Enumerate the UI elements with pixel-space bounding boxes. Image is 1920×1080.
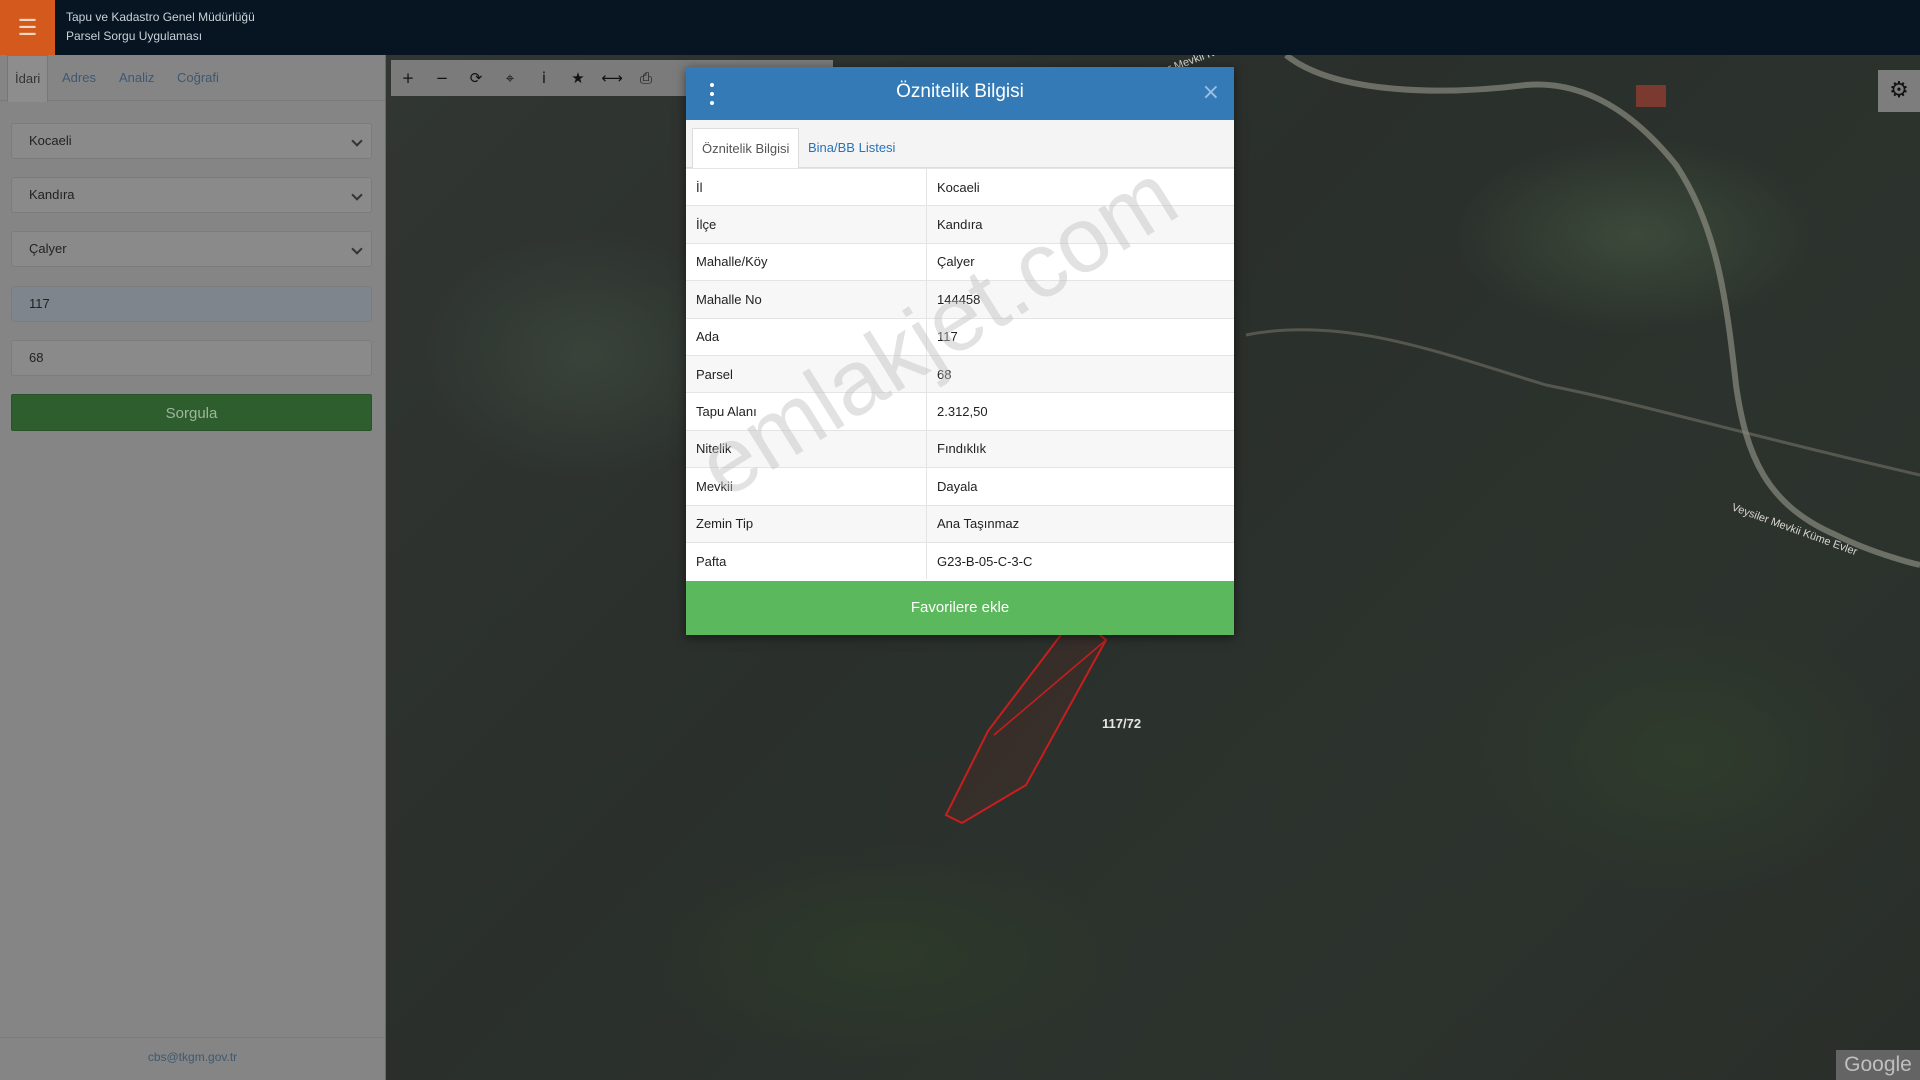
tab-analiz[interactable]: Analiz [119, 55, 154, 100]
minus-icon: − [435, 69, 449, 87]
info-button[interactable]: i [527, 60, 561, 96]
app-title-line2: Parsel Sorgu Uygulaması [66, 29, 203, 43]
attr-key: Mahalle No [686, 280, 927, 319]
attr-value: Dayala [926, 467, 1234, 506]
app-title: Tapu ve Kadastro Genel Müdürlüğü Parsel … [66, 8, 255, 46]
google-attribution: Google [1836, 1050, 1920, 1080]
add-to-favorites-button[interactable]: Favorilere ekle [686, 581, 1234, 635]
attr-value: 117 [926, 317, 1234, 356]
parcel-polygon[interactable] [944, 613, 1108, 825]
mahalle-select[interactable]: Çalyer [11, 231, 372, 267]
attr-value: 144458 [926, 280, 1234, 319]
refresh-button[interactable]: ⟳ [459, 60, 493, 96]
contact-email-link[interactable]: cbs@tkgm.gov.tr [0, 1050, 385, 1064]
modal-tabs: Öznitelik Bilgisi Bina/BB Listesi [686, 120, 1234, 169]
table-row: İlçe Kandıra [686, 205, 1234, 244]
table-row: Nitelik Fındıklık [686, 429, 1234, 468]
table-row: Mahalle/Köy Çalyer [686, 242, 1234, 281]
attr-key: Mevkii [686, 467, 927, 506]
settings-button[interactable]: ⚙ [1878, 70, 1920, 112]
info-icon: i [541, 69, 547, 87]
zoom-in-button[interactable]: + [391, 60, 425, 96]
measure-button[interactable]: ⟷ [595, 60, 629, 96]
refresh-icon: ⟳ [469, 69, 483, 87]
star-icon: ★ [571, 69, 585, 87]
ilce-select[interactable]: Kandıra [11, 177, 372, 213]
ada-input[interactable]: 117 [11, 286, 372, 322]
table-row: Parsel 68 [686, 354, 1234, 393]
zoom-out-button[interactable]: − [425, 60, 459, 96]
attr-value: G23-B-05-C-3-C [926, 541, 1234, 580]
building-roof [1636, 85, 1666, 107]
modal-header: Öznitelik Bilgisi × [686, 67, 1234, 120]
attr-value: Ana Taşınmaz [926, 504, 1234, 543]
attr-value: Kandıra [926, 205, 1234, 244]
table-row: İl Kocaeli [686, 167, 1234, 206]
sidebar-tabs: İdari Adres Analiz Coğrafi [0, 55, 385, 102]
road-path [1284, 55, 1920, 568]
tab-cografi[interactable]: Coğrafi [177, 55, 219, 100]
attr-value: 2.312,50 [926, 392, 1234, 431]
sidebar-footer: cbs@tkgm.gov.tr [0, 1037, 385, 1080]
tab-oznitelik-bilgisi[interactable]: Öznitelik Bilgisi [692, 128, 800, 169]
parcel-label: 117/72 [1102, 716, 1141, 731]
attr-key: Parsel [686, 354, 927, 393]
table-row: Zemin Tip Ana Taşınmaz [686, 504, 1234, 543]
tab-idari[interactable]: İdari [7, 55, 49, 102]
table-row: Mevkii Dayala [686, 467, 1234, 506]
print-button[interactable]: ⎙ [629, 60, 663, 96]
table-row: Tapu Alanı 2.312,50 [686, 392, 1234, 431]
tab-adres[interactable]: Adres [62, 55, 96, 100]
crosshair-icon: ⌖ [505, 69, 515, 87]
table-row: Ada 117 [686, 317, 1234, 356]
query-sidebar: İdari Adres Analiz Coğrafi Kocaeli Kandı… [0, 55, 386, 1080]
attr-key: İlçe [686, 205, 927, 244]
attr-key: İl [686, 167, 927, 206]
attr-value: 68 [926, 354, 1234, 393]
attr-value: Kocaeli [926, 167, 1234, 206]
gear-icon: ⚙ [1889, 78, 1909, 103]
locate-button[interactable]: ⌖ [493, 60, 527, 96]
il-select[interactable]: Kocaeli [11, 123, 372, 159]
attr-key: Nitelik [686, 429, 927, 468]
close-icon[interactable]: × [1202, 79, 1220, 107]
attr-key: Ada [686, 317, 927, 356]
favorites-button[interactable]: ★ [561, 60, 595, 96]
modal-title: Öznitelik Bilgisi [896, 81, 1024, 102]
attr-key: Pafta [686, 541, 927, 580]
table-row: Mahalle No 144458 [686, 280, 1234, 319]
query-button[interactable]: Sorgula [11, 394, 372, 431]
parsel-input[interactable]: 68 [11, 340, 372, 376]
print-icon: ⎙ [639, 69, 652, 87]
attr-value: Çalyer [926, 242, 1234, 281]
attr-key: Mahalle/Köy [686, 242, 927, 281]
attr-key: Zemin Tip [686, 504, 927, 543]
hamburger-icon: ☰ [17, 15, 38, 40]
table-row: Pafta G23-B-05-C-3-C [686, 541, 1234, 580]
measure-icon: ⟷ [601, 69, 623, 87]
attr-value: Fındıklık [926, 429, 1234, 468]
tab-bina-bb-listesi[interactable]: Bina/BB Listesi [799, 128, 904, 167]
app-header: ☰ Tapu ve Kadastro Genel Müdürlüğü Parse… [0, 0, 1920, 55]
app-title-line1: Tapu ve Kadastro Genel Müdürlüğü [66, 10, 255, 24]
attr-key: Tapu Alanı [686, 392, 927, 431]
track-path [1245, 328, 1920, 477]
attribute-info-modal: Öznitelik Bilgisi × Öznitelik Bilgisi Bi… [686, 67, 1234, 635]
attribute-table: İl Kocaeli İlçe Kandıra Mahalle/Köy Çalyer … [686, 167, 1234, 580]
plus-icon: + [401, 69, 415, 87]
hamburger-menu-button[interactable]: ☰ [0, 0, 55, 55]
